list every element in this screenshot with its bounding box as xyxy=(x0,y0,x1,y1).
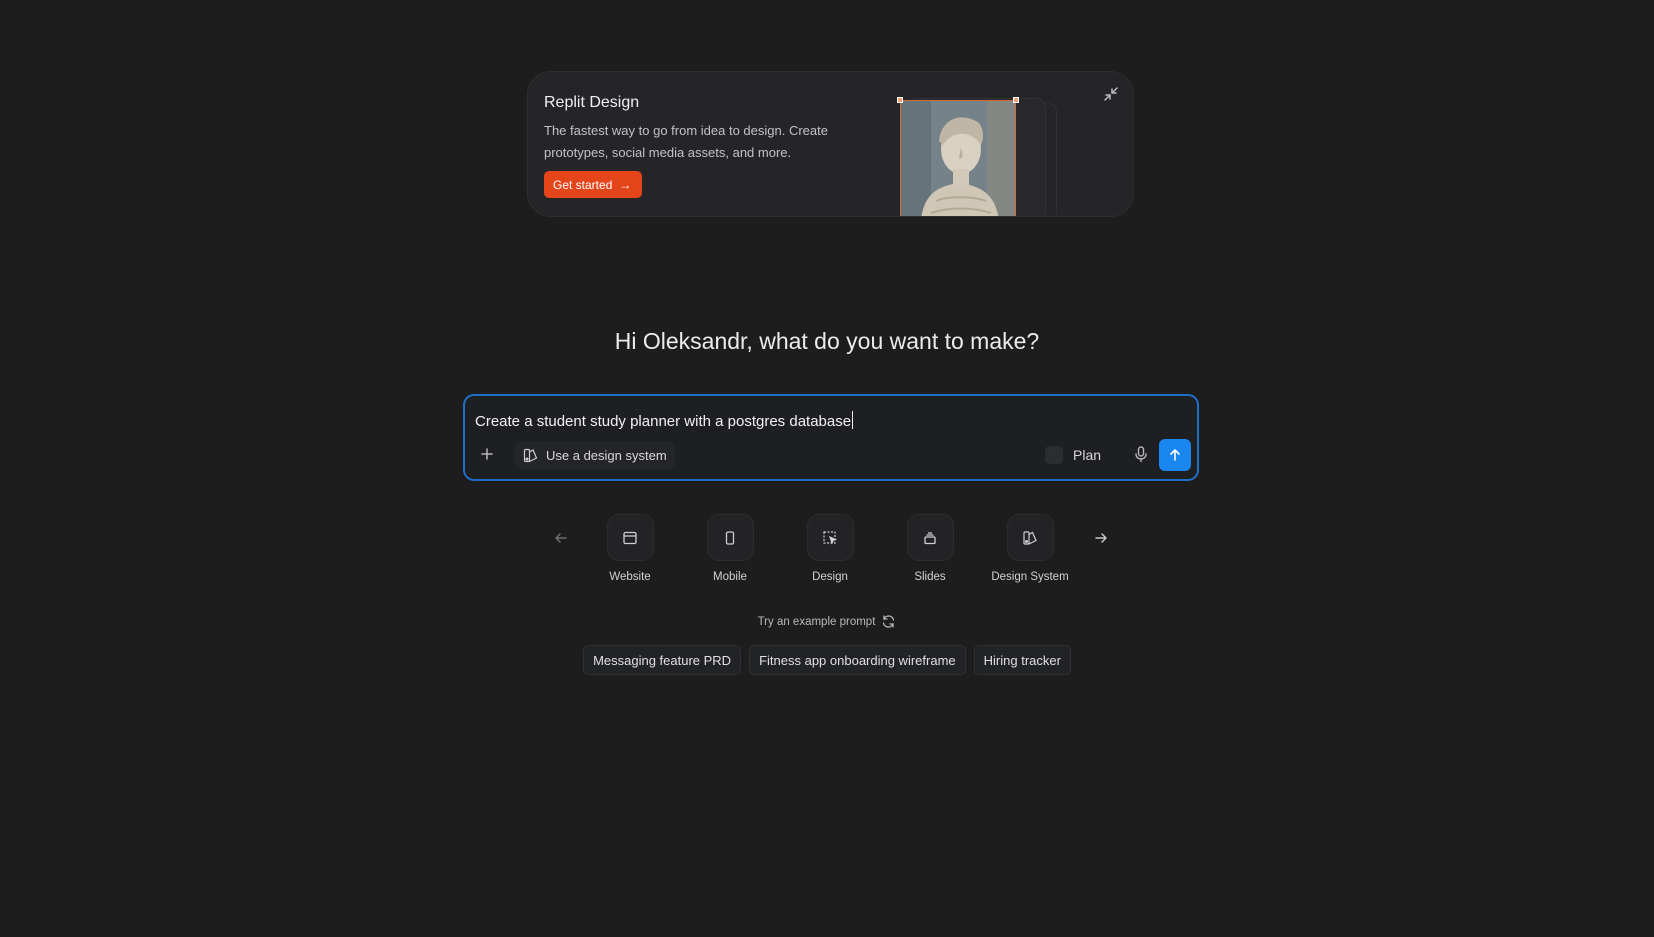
get-started-button[interactable]: Get started → xyxy=(544,171,643,198)
promo-title: Replit Design xyxy=(544,94,640,111)
category-design[interactable]: Design xyxy=(780,514,880,583)
greeting-heading: Hi Oleksandr, what do you want to make? xyxy=(614,328,1040,354)
example-chip[interactable]: Fitness app onboarding wireframe xyxy=(749,645,966,675)
use-design-system-label: Use a design system xyxy=(546,447,667,463)
promo-card: Replit Design The fastest way to go from… xyxy=(527,71,1134,217)
refresh-icon[interactable] xyxy=(881,614,896,629)
arrow-right-icon xyxy=(1095,533,1107,543)
category-label: Website xyxy=(609,571,651,583)
phone-icon xyxy=(706,514,754,561)
category-label: Slides xyxy=(914,571,946,583)
prompt-text-wrapper[interactable]: Create a student study planner with a po… xyxy=(475,411,854,430)
slides-stack-icon xyxy=(906,514,954,561)
example-chip[interactable]: Messaging feature PRD xyxy=(583,645,742,675)
plan-checkbox[interactable] xyxy=(1045,446,1063,464)
microphone-button[interactable] xyxy=(1130,443,1152,465)
category-label: Design System xyxy=(991,571,1069,583)
arrow-right-icon: → xyxy=(619,177,632,192)
page: Replit Design The fastest way to go from… xyxy=(0,0,1654,937)
design-system-icon xyxy=(1006,514,1054,561)
send-button[interactable] xyxy=(1159,439,1191,471)
statue-illustration xyxy=(901,101,1015,216)
get-started-label: Get started xyxy=(553,177,613,192)
category-mobile[interactable]: Mobile xyxy=(680,514,780,583)
plan-label: Plan xyxy=(1073,447,1102,463)
arrow-left-icon xyxy=(555,533,567,543)
collapse-icon[interactable] xyxy=(1101,84,1121,104)
category-label: Design xyxy=(812,571,848,583)
prompt-input[interactable]: Create a student study planner with a po… xyxy=(463,394,1199,481)
category-slides[interactable]: Slides xyxy=(880,514,980,583)
design-select-icon xyxy=(806,514,854,561)
example-chips: Messaging feature PRD Fitness app onboar… xyxy=(0,645,1654,675)
example-prompt-hint: Try an example prompt xyxy=(0,614,1654,629)
example-chip[interactable]: Hiring tracker xyxy=(973,645,1071,675)
prompt-value: Create a student study planner with a po… xyxy=(475,413,852,430)
browser-window-icon xyxy=(606,514,654,561)
statue-preview-image xyxy=(900,100,1016,216)
scroll-right-button[interactable] xyxy=(1091,528,1111,548)
arrow-up-icon xyxy=(1170,449,1180,461)
add-attachment-button[interactable] xyxy=(478,445,496,463)
scroll-left-button[interactable] xyxy=(551,528,571,548)
category-website[interactable]: Website xyxy=(580,514,680,583)
resize-handle-top-right xyxy=(1013,97,1019,103)
example-hint-label: Try an example prompt xyxy=(757,615,876,628)
design-system-icon xyxy=(523,448,538,462)
category-label: Mobile xyxy=(713,571,747,583)
microphone-icon xyxy=(1135,446,1147,463)
resize-handle-top-left xyxy=(897,97,903,103)
category-design-system[interactable]: Design System xyxy=(980,514,1080,583)
text-caret xyxy=(852,411,854,429)
plus-icon xyxy=(481,448,493,460)
plan-toggle[interactable]: Plan xyxy=(1045,441,1101,469)
use-design-system-button[interactable]: Use a design system xyxy=(515,441,675,469)
promo-description: The fastest way to go from idea to desig… xyxy=(544,123,828,160)
